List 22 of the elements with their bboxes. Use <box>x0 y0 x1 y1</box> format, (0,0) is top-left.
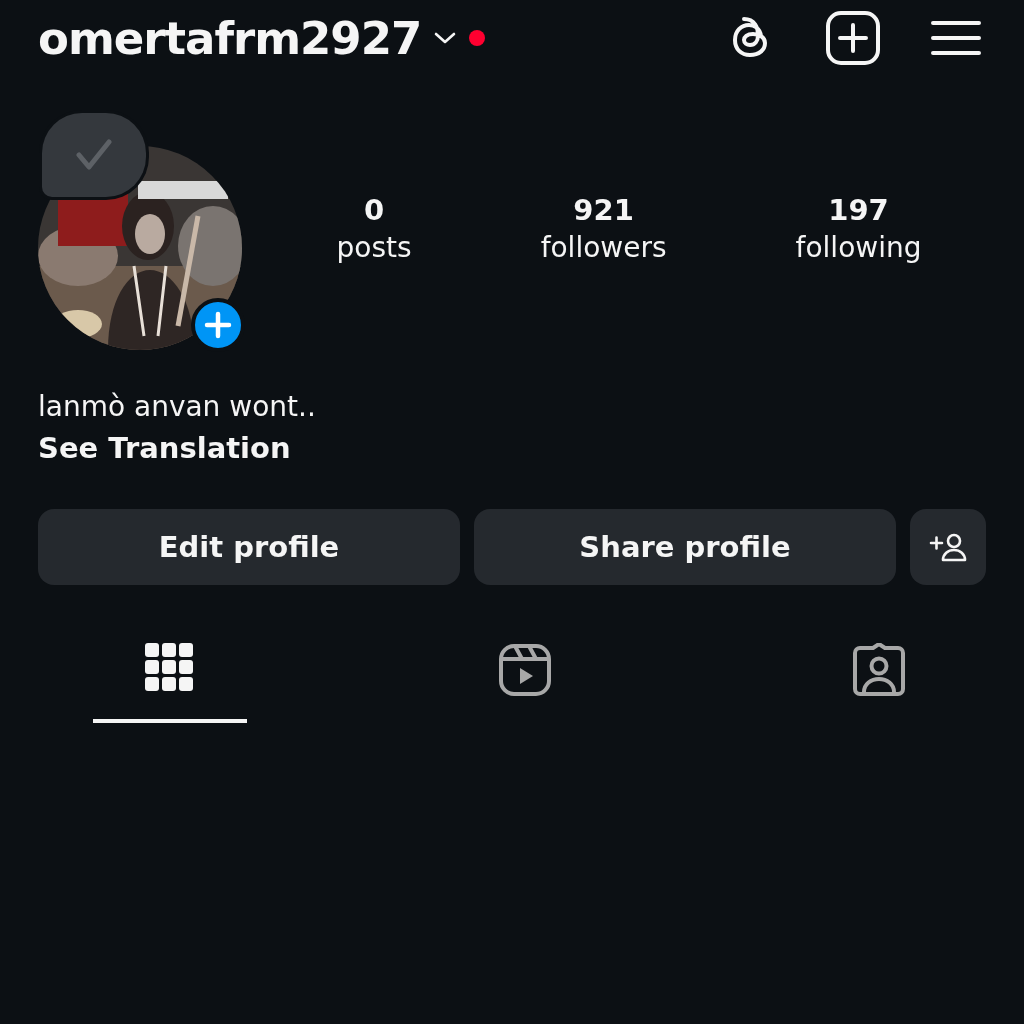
stat-count[interactable]: 197 <box>828 192 889 227</box>
chevron-down-icon[interactable] <box>433 31 458 45</box>
add-person-icon <box>929 532 967 562</box>
stat-label[interactable]: posts <box>336 230 412 264</box>
profile-tab[interactable] <box>93 641 247 723</box>
grid-icon <box>145 643 195 693</box>
stat-label[interactable]: following <box>795 230 922 264</box>
username[interactable]: omertafrm2927 <box>38 11 422 65</box>
reels-icon <box>497 643 552 697</box>
profile-button[interactable]: Share profile <box>474 509 896 585</box>
stat-label[interactable]: followers <box>540 230 667 264</box>
see-translation-link[interactable]: See Translation <box>38 431 986 465</box>
bio-text: lanmò anvan wont.. <box>38 390 317 423</box>
profile-button[interactable]: Edit profile <box>38 509 460 585</box>
stat-count[interactable]: 0 <box>363 192 385 227</box>
tagged-person-icon <box>852 643 906 697</box>
checkmark-icon <box>76 139 112 171</box>
stat-count[interactable]: 921 <box>573 192 634 227</box>
new-post-icon[interactable] <box>825 10 881 66</box>
menu-icon[interactable] <box>931 20 981 56</box>
add-person-button[interactable] <box>910 509 986 585</box>
note-bubble[interactable] <box>42 113 146 197</box>
